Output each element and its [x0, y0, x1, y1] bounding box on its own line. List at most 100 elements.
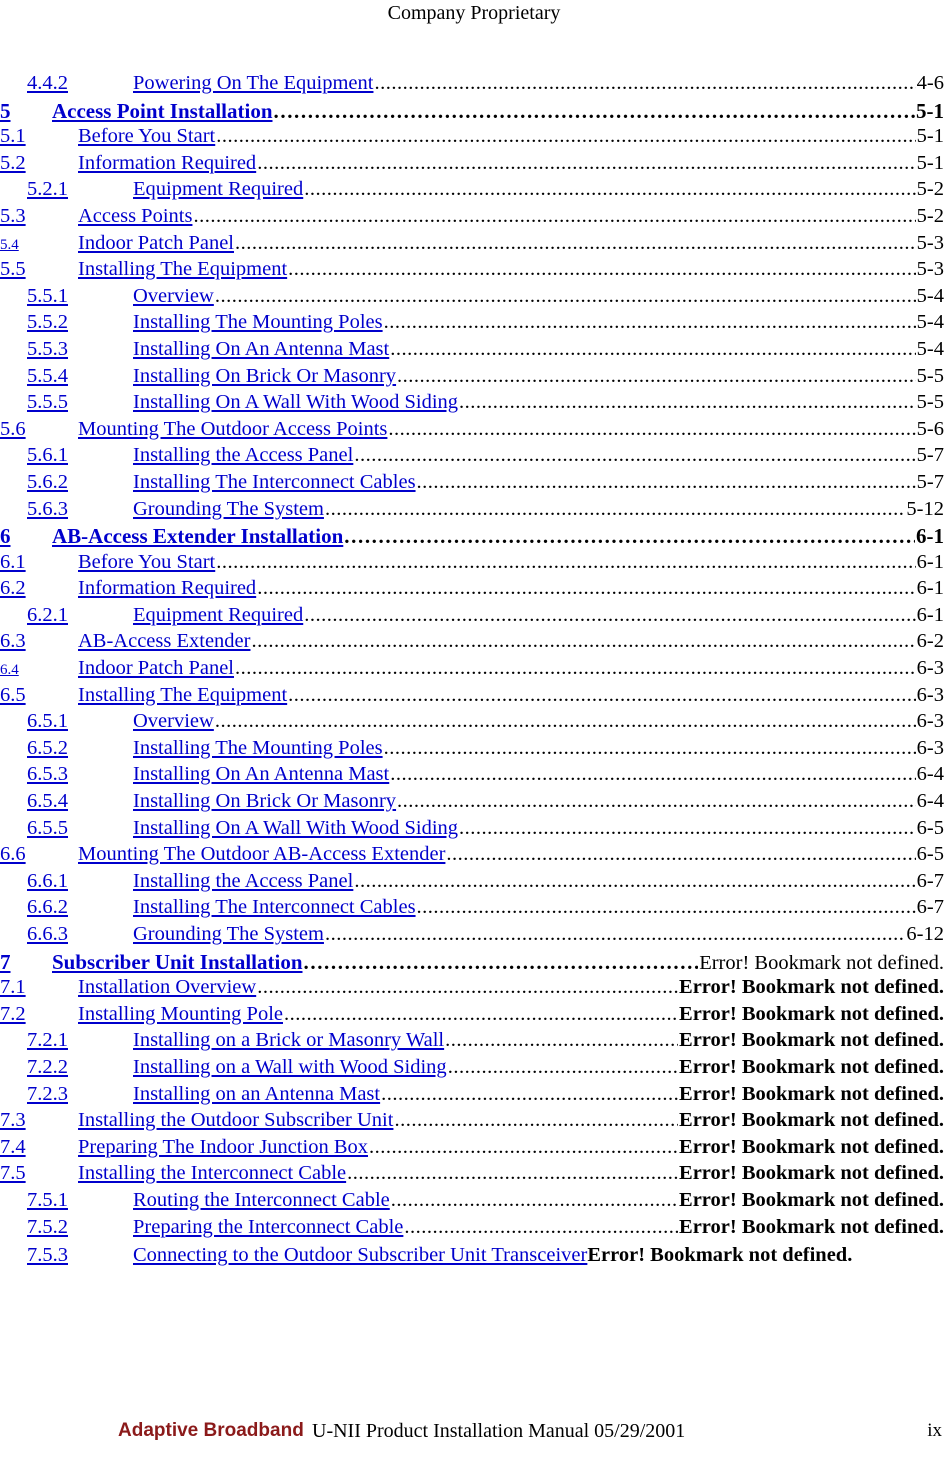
toc-entry-number[interactable]: 5.6.1 [27, 444, 133, 467]
toc-entry[interactable]: 5.2.1Equipment Required 5-2 [0, 178, 944, 205]
toc-entry-title[interactable]: Installing On Brick Or Masonry [133, 365, 396, 388]
toc-entry-number[interactable]: 6.6.3 [27, 923, 133, 946]
toc-entry-number[interactable]: 6.2.1 [27, 604, 133, 627]
toc-entry-number[interactable]: 7.5.1 [27, 1189, 133, 1212]
toc-entry-title[interactable]: Installing The Mounting Poles [133, 737, 383, 760]
toc-entry-title[interactable]: Mounting The Outdoor Access Points [78, 418, 387, 441]
toc-entry-title[interactable]: Access Points [78, 205, 192, 228]
toc-entry-number[interactable]: 5.5.3 [27, 338, 133, 361]
toc-entry-title[interactable]: Overview [133, 285, 214, 308]
toc-entry-title[interactable]: Installation Overview [78, 976, 256, 999]
toc-entry-number[interactable]: 7.5.3 [27, 1242, 133, 1269]
toc-entry[interactable]: 7.5.3 Connecting to the Outdoor Subscribe… [0, 1242, 944, 1269]
toc-entry-title[interactable]: Installing Mounting Pole [78, 1003, 283, 1026]
toc-entry-title[interactable]: Grounding The System [133, 923, 324, 946]
toc-entry-title[interactable]: Installing On An Antenna Mast [133, 763, 389, 786]
toc-entry-title[interactable]: Installing The Equipment [78, 684, 287, 707]
toc-entry[interactable]: 7.2.1 Installing on a Brick or Masonry Wa… [0, 1029, 944, 1056]
toc-entry-number[interactable]: 6.5.3 [27, 763, 133, 786]
toc-entry[interactable]: 5.6.2Installing The Interconnect Cables 5… [0, 471, 944, 498]
toc-entry[interactable]: 5Access Point Installation 5-1 [0, 99, 944, 126]
toc-entry-number[interactable]: 7 [0, 950, 52, 975]
toc-entry-number[interactable]: 5.4 [0, 237, 78, 254]
toc-entry[interactable]: 5.5.4Installing On Brick Or Masonry 5-5 [0, 365, 944, 392]
toc-entry-title[interactable]: Installing The Interconnect Cables [133, 471, 416, 494]
toc-entry-number[interactable]: 5.6.3 [27, 498, 133, 521]
toc-entry-number[interactable]: 7.5 [0, 1162, 78, 1185]
toc-entry-title[interactable]: Grounding The System [133, 498, 324, 521]
toc-entry-number[interactable]: 5.2 [0, 152, 78, 175]
toc-entry[interactable]: 6.4Indoor Patch Panel 6-3 [0, 657, 944, 684]
toc-entry-number[interactable]: 6.3 [0, 630, 78, 653]
toc-entry-title[interactable]: Installing the Interconnect Cable [78, 1162, 346, 1185]
toc-entry-title[interactable]: Installing the Access Panel [133, 444, 353, 467]
toc-entry[interactable]: 6.1Before You Start 6-1 [0, 551, 944, 578]
toc-entry[interactable]: 7.5Installing the Interconnect Cable Erro… [0, 1162, 944, 1189]
toc-entry[interactable]: 5.1Before You Start 5-1 [0, 125, 944, 152]
toc-entry-number[interactable]: 4.4.2 [27, 72, 133, 95]
toc-entry-number[interactable]: 7.2.1 [27, 1029, 133, 1052]
toc-entry-title[interactable]: Subscriber Unit Installation [52, 950, 303, 975]
toc-entry-title[interactable]: Installing The Equipment [78, 258, 287, 281]
toc-entry-title[interactable]: Information Required [78, 152, 256, 175]
toc-entry-number[interactable]: 5.6 [0, 418, 78, 441]
toc-entry[interactable]: 6.5.3Installing On An Antenna Mast 6-4 [0, 763, 944, 790]
toc-entry-number[interactable]: 6.1 [0, 551, 78, 574]
toc-entry[interactable]: 6.5.4Installing On Brick Or Masonry 6-4 [0, 790, 944, 817]
toc-entry[interactable]: 7.2Installing Mounting Pole Error! Bookma… [0, 1003, 944, 1030]
toc-entry[interactable]: 5.6.3Grounding The System 5-12 [0, 498, 944, 525]
toc-entry-title[interactable]: Access Point Installation [52, 99, 273, 124]
toc-entry-title[interactable]: Preparing the Interconnect Cable [133, 1216, 403, 1239]
toc-entry[interactable]: 5.5.1Overview 5-4 [0, 285, 944, 312]
toc-entry[interactable]: 6AB-Access Extender Installation 6-1 [0, 524, 944, 551]
toc-entry-number[interactable]: 6.5.2 [27, 737, 133, 760]
toc-entry-number[interactable]: 6.5.1 [27, 710, 133, 733]
toc-entry-number[interactable]: 7.1 [0, 976, 78, 999]
toc-entry-title[interactable]: Indoor Patch Panel [78, 657, 234, 680]
toc-entry-title[interactable]: Indoor Patch Panel [78, 232, 234, 255]
toc-entry-number[interactable]: 7.5.2 [27, 1216, 133, 1239]
toc-entry-number[interactable]: 7.2.2 [27, 1056, 133, 1079]
toc-entry[interactable]: 6.6.1Installing the Access Panel 6-7 [0, 870, 944, 897]
toc-entry[interactable]: 6.5.1Overview 6-3 [0, 710, 944, 737]
toc-entry-number[interactable]: 6.6.1 [27, 870, 133, 893]
toc-entry-title[interactable]: Installing On Brick Or Masonry [133, 790, 396, 813]
toc-entry-number[interactable]: 6.5.5 [27, 817, 133, 840]
toc-entry-title[interactable]: Information Required [78, 577, 256, 600]
toc-entry-number[interactable]: 5.5.4 [27, 365, 133, 388]
toc-entry-number[interactable]: 7.2.3 [27, 1083, 133, 1106]
toc-entry[interactable]: 5.2Information Required 5-1 [0, 152, 944, 179]
toc-entry-number[interactable]: 7.3 [0, 1109, 78, 1132]
toc-entry-number[interactable]: 5.5.1 [27, 285, 133, 308]
toc-entry[interactable]: 5.6.1Installing the Access Panel 5-7 [0, 444, 944, 471]
toc-entry-title[interactable]: AB-Access Extender [78, 630, 250, 653]
toc-entry[interactable]: 5.5Installing The Equipment 5-3 [0, 258, 944, 285]
toc-entry[interactable]: 5.4Indoor Patch Panel 5-3 [0, 232, 944, 259]
toc-entry-title[interactable]: Overview [133, 710, 214, 733]
toc-entry-number[interactable]: 5.1 [0, 125, 78, 148]
toc-entry[interactable]: 7.4Preparing The Indoor Junction Box Erro… [0, 1136, 944, 1163]
toc-entry-number[interactable]: 6.6.2 [27, 896, 133, 919]
toc-entry-title[interactable]: Routing the Interconnect Cable [133, 1189, 390, 1212]
toc-entry[interactable]: 6.5.2Installing The Mounting Poles 6-3 [0, 737, 944, 764]
toc-entry[interactable]: 6.2Information Required 6-1 [0, 577, 944, 604]
toc-entry-title[interactable]: Installing on a Wall with Wood Siding [133, 1056, 447, 1079]
toc-entry-title[interactable]: Powering On The Equipment [133, 72, 373, 95]
toc-entry-number[interactable]: 6.6 [0, 843, 78, 866]
toc-entry-number[interactable]: 5.5.2 [27, 311, 133, 334]
toc-entry[interactable]: 5.5.2Installing The Mounting Poles 5-4 [0, 311, 944, 338]
toc-entry[interactable]: 7Subscriber Unit Installation Error! Book… [0, 950, 944, 977]
toc-entry-title[interactable]: Before You Start [78, 125, 215, 148]
toc-entry[interactable]: 7.2.2 Installing on a Wall with Wood Sidi… [0, 1056, 944, 1083]
toc-entry-number[interactable]: 6.2 [0, 577, 78, 600]
toc-entry-number[interactable]: 6.5 [0, 684, 78, 707]
toc-entry-number[interactable]: 5.2.1 [27, 178, 133, 201]
toc-entry-title[interactable]: Installing The Mounting Poles [133, 311, 383, 334]
toc-entry[interactable]: 6.6.3Grounding The System 6-12 [0, 923, 944, 950]
toc-entry-title[interactable]: Equipment Required [133, 604, 303, 627]
toc-entry-number[interactable]: 6.4 [0, 662, 78, 679]
toc-entry-title[interactable]: Installing The Interconnect Cables [133, 896, 416, 919]
toc-entry-number[interactable]: 7.4 [0, 1136, 78, 1159]
toc-entry-title[interactable]: Installing On A Wall With Wood Siding [133, 817, 458, 840]
toc-entry[interactable]: 7.1Installation Overview Error! Bookmark … [0, 976, 944, 1003]
